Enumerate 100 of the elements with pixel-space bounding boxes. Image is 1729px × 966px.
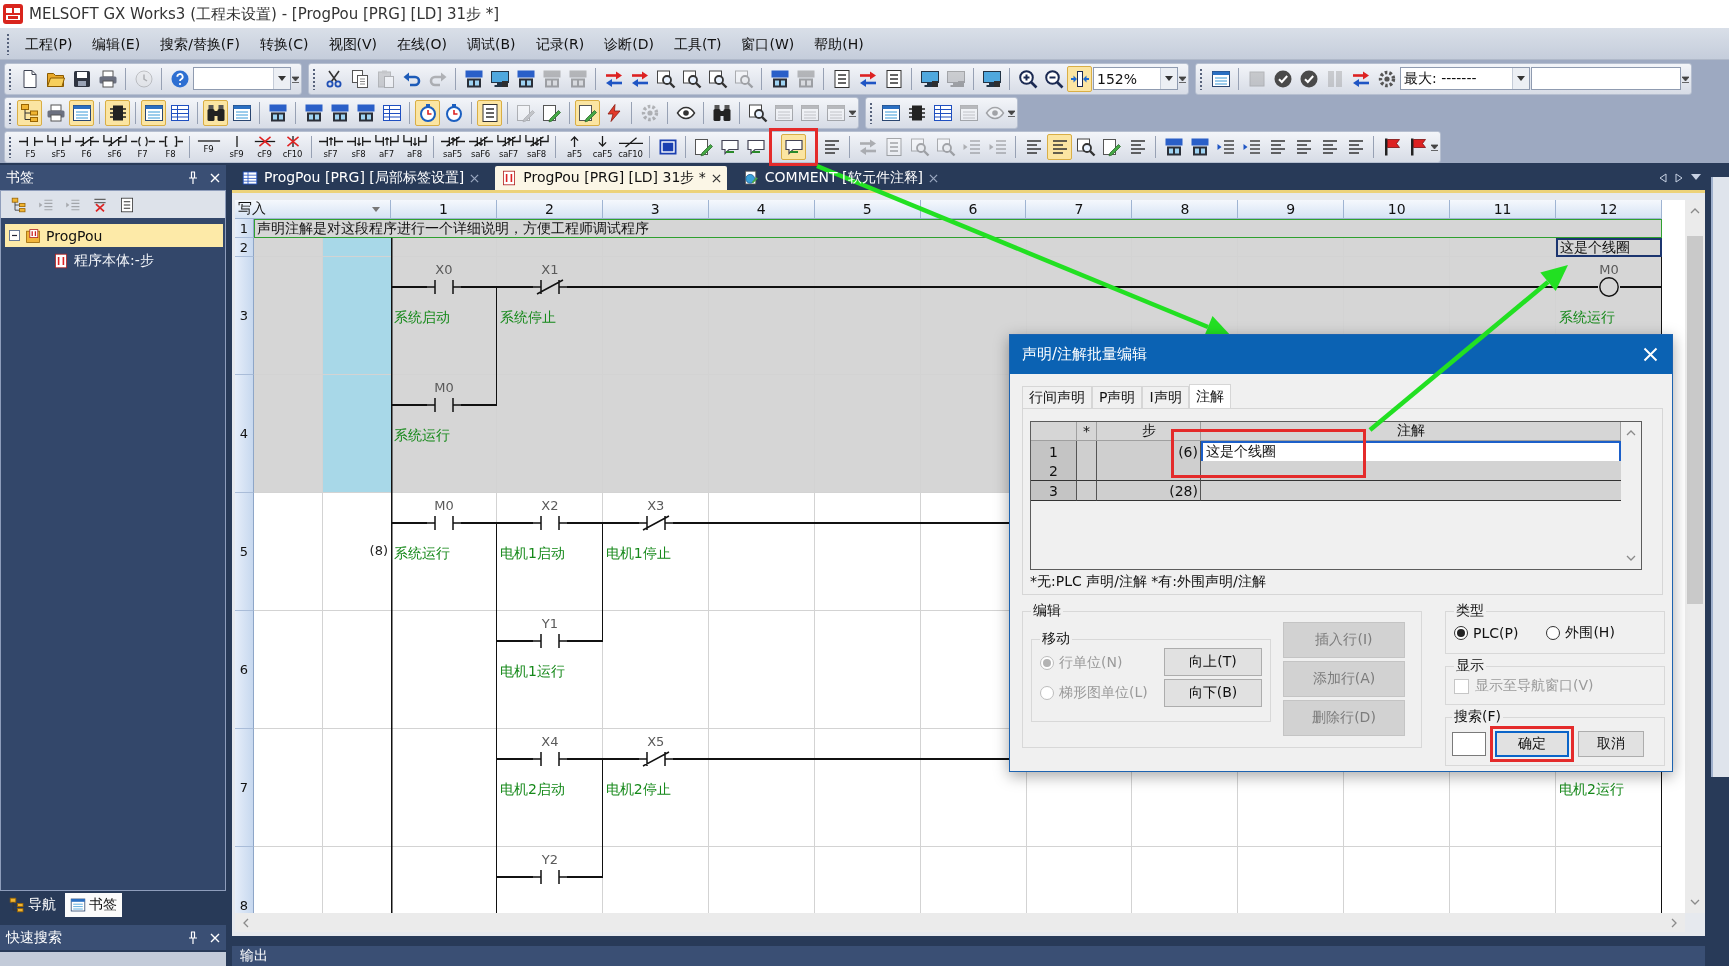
ladder-tool-button[interactable]: saF8 (523, 131, 550, 162)
ladder-tool-button[interactable]: sF6 (101, 131, 128, 162)
text-field[interactable] (1531, 67, 1681, 90)
ladder-tool-button[interactable]: saF7 (495, 131, 522, 162)
tree-item[interactable]: ProgPou (5, 224, 223, 247)
menu-item[interactable]: 调试(B) (457, 31, 526, 56)
ladder-tool-button[interactable]: F8 (157, 131, 184, 162)
dialog-tab[interactable]: 注解 (1188, 384, 1231, 408)
tree-item[interactable]: 程序本体:-步 (5, 249, 223, 272)
toolbar-grip[interactable] (869, 101, 873, 124)
ladder-tool-button[interactable]: cF9 (251, 131, 278, 162)
toolbar-grip[interactable] (312, 67, 316, 90)
normally-open-contact-icon[interactable] (532, 513, 567, 533)
normally-open-contact-icon[interactable] (532, 631, 567, 651)
panel-tab[interactable]: 书签 (65, 893, 122, 917)
right-triangle-icon[interactable] (1675, 172, 1683, 183)
normally-closed-contact-icon[interactable] (638, 513, 673, 533)
ladder-row[interactable]: 2 这是个线圈 (235, 238, 1662, 257)
overflow-chevron-icon[interactable] (1008, 108, 1015, 117)
toolbar-button[interactable] (1067, 65, 1092, 92)
ladder-tool-button[interactable]: caF5 (589, 131, 616, 162)
panel-tab[interactable]: 导航 (4, 893, 61, 917)
menu-item[interactable]: 编辑(E) (82, 31, 151, 56)
toolbar-button[interactable] (575, 99, 600, 126)
dialog-button[interactable]: 取消 (1578, 731, 1644, 757)
toolbar-button[interactable] (105, 99, 130, 126)
menu-item[interactable]: 工程(P) (15, 31, 83, 56)
normally-open-contact-icon[interactable] (532, 867, 567, 887)
comment-input[interactable]: 这是个线圈 (1201, 441, 1621, 463)
ladder-tool-button[interactable]: caF10 (617, 131, 644, 162)
dialog-tab[interactable]: I声明 (1142, 386, 1189, 408)
ladder-tool-button[interactable]: sF5 (45, 131, 72, 162)
ladder-tool-button[interactable]: sF8 (345, 131, 372, 162)
menu-item[interactable]: 窗口(W) (731, 31, 805, 56)
overflow-chevron-icon[interactable] (1431, 142, 1438, 151)
editor-tab[interactable]: ProgPou [PRG] [局部标签设置] (236, 166, 486, 190)
scroll-down-icon[interactable] (1626, 553, 1636, 563)
toolbar-grip[interactable] (8, 101, 12, 124)
menu-item[interactable]: 视图(V) (318, 31, 388, 56)
menu-item[interactable]: 转换(C) (249, 31, 319, 56)
coil-note[interactable]: 这是个线圈 (1556, 238, 1662, 257)
ladder-tool-button[interactable]: F7 (129, 131, 156, 162)
pin-icon[interactable] (188, 931, 198, 944)
left-triangle-icon[interactable] (1659, 172, 1667, 183)
ladder-tool-button[interactable]: sF9 (223, 131, 250, 162)
pin-icon[interactable] (188, 171, 198, 184)
menu-item[interactable]: 诊断(D) (594, 31, 664, 56)
monitor-combo[interactable]: 最大: ------- (1400, 67, 1530, 90)
normally-closed-contact-icon[interactable] (638, 749, 673, 769)
dialog-button[interactable]: 向下(B) (1164, 679, 1262, 707)
overflow-chevron-icon[interactable] (1682, 74, 1689, 83)
statement-text[interactable]: 声明注解是对这段程序进行一个详细说明，方便工程师调试程序 (254, 219, 1662, 238)
radio-option[interactable]: 外围(H) (1546, 624, 1615, 642)
ladder-tool-button[interactable]: cF10 (279, 131, 306, 162)
normally-open-contact-icon[interactable] (426, 513, 461, 533)
ladder-tool-button[interactable]: aF8 (401, 131, 428, 162)
menu-item[interactable]: 记录(R) (525, 31, 595, 56)
scroll-down-icon[interactable] (1690, 897, 1700, 907)
scroll-right-icon[interactable] (1669, 917, 1679, 928)
ladder-tool-button[interactable]: aF5 (561, 131, 588, 162)
scroll-up-icon[interactable] (1626, 428, 1636, 438)
menu-grip[interactable] (6, 32, 10, 55)
comment-cell[interactable] (1201, 461, 1621, 481)
toolbar-button[interactable] (141, 99, 166, 126)
close-icon[interactable] (711, 173, 721, 183)
normally-open-contact-icon[interactable] (532, 749, 567, 769)
ladder-tool-button[interactable]: saF6 (467, 131, 494, 162)
scroll-left-icon[interactable] (241, 917, 251, 928)
dialog-button[interactable]: 向上(T) (1164, 648, 1262, 676)
menu-item[interactable]: 帮助(H) (804, 31, 874, 56)
menu-item[interactable]: 搜索/替换(F) (150, 31, 250, 56)
toolbar-button[interactable] (203, 99, 228, 126)
toolbar-grip[interactable] (1199, 67, 1203, 90)
ladder-tool-button[interactable]: F5 (17, 131, 44, 162)
close-icon[interactable] (929, 173, 938, 183)
overflow-chevron-icon[interactable] (292, 74, 299, 83)
ladder-tool-button[interactable]: sF7 (317, 131, 344, 162)
dialog-tab[interactable]: 行间声明 (1022, 386, 1092, 408)
toolbar-button[interactable] (781, 133, 806, 160)
ladder-row[interactable]: 8 Y2 (235, 847, 1662, 913)
search-field[interactable] (1452, 732, 1486, 756)
toolbar-button[interactable] (477, 99, 502, 126)
toolbar-button[interactable] (69, 99, 94, 126)
overflow-chevron-icon[interactable] (849, 108, 856, 117)
ladder-tool-button[interactable]: aF7 (373, 131, 400, 162)
ladder-tool-button[interactable]: F9 (195, 131, 222, 162)
minus-box-icon[interactable] (9, 230, 20, 241)
coil-icon[interactable] (1598, 277, 1621, 297)
normally-closed-contact-icon[interactable] (532, 277, 567, 297)
radio-option[interactable]: PLC(P) (1454, 625, 1519, 641)
normally-open-contact-icon[interactable] (426, 277, 461, 297)
scroll-up-icon[interactable] (1690, 206, 1700, 216)
editor-tab[interactable]: ProgPou [PRG] [LD] 31步 * (495, 166, 727, 190)
ladder-tool-button[interactable]: F6 (73, 131, 100, 162)
ladder-tool-button[interactable]: saF5 (439, 131, 466, 162)
toolbar-grip[interactable] (8, 135, 12, 158)
down-triangle-icon[interactable] (1691, 172, 1701, 181)
dialog-tab[interactable]: P声明 (1092, 386, 1143, 408)
menu-item[interactable]: 工具(T) (663, 31, 732, 56)
dialog-button[interactable]: 确定 (1495, 731, 1569, 757)
